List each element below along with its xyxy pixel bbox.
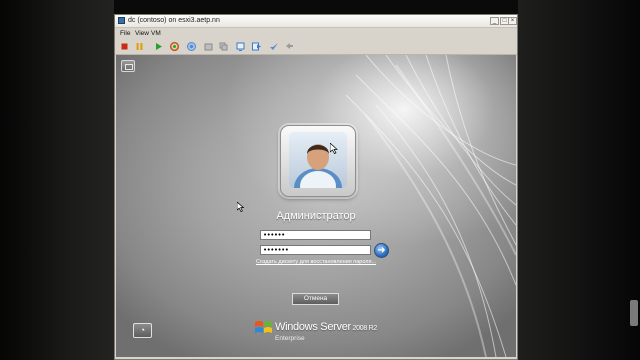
brand-logo: Windows Server 2008 R2 xyxy=(275,321,377,333)
background-left xyxy=(0,0,114,360)
minimize-button[interactable]: _ xyxy=(490,17,499,25)
user-name: Администратор xyxy=(276,210,356,222)
edition-label: Enterprise xyxy=(275,335,305,342)
vm-screen[interactable]: Администратор •••••• ••••••• ➜ Создать д… xyxy=(116,55,516,357)
toolbar xyxy=(115,40,517,55)
password-reset-link[interactable]: Создать дискету для восстановления парол… xyxy=(226,259,406,265)
ease-of-access-button[interactable]: ◔ xyxy=(133,323,152,338)
user-icon xyxy=(294,144,342,188)
fullscreen-icon[interactable] xyxy=(284,41,295,52)
windows-logo-icon xyxy=(255,321,272,333)
password-field[interactable]: •••••• xyxy=(260,230,371,240)
close-button[interactable]: × xyxy=(508,17,517,25)
background-swoosh xyxy=(116,55,516,357)
ease-of-access-top-button[interactable] xyxy=(121,60,135,72)
confirm-password-field[interactable]: ••••••• xyxy=(260,245,371,255)
arrow-right-icon: ➜ xyxy=(377,245,386,256)
reset-icon[interactable] xyxy=(169,41,180,52)
ease-of-access-icon: ◔ xyxy=(139,325,146,335)
vm-icon xyxy=(118,17,125,24)
mouse-cursor-icon xyxy=(330,143,338,154)
menu-file[interactable]: File xyxy=(120,29,130,38)
revert-icon[interactable] xyxy=(203,41,214,52)
network-icon[interactable] xyxy=(235,41,246,52)
submit-arrow-button[interactable]: ➜ xyxy=(374,243,389,258)
window-title: dc (contoso) on esxi3.aetp.nn xyxy=(128,17,220,24)
snapshot-icon[interactable] xyxy=(186,41,197,52)
brand-suffix: R2 xyxy=(368,325,378,332)
console-icon[interactable] xyxy=(251,41,262,52)
cancel-button[interactable]: Отмена xyxy=(292,293,339,305)
settings-icon[interactable] xyxy=(268,41,279,52)
menu-vm[interactable]: VM xyxy=(151,29,161,38)
title-bar[interactable]: dc (contoso) on esxi3.aetp.nn _ □ × xyxy=(115,15,517,28)
snapshot-manager-icon[interactable] xyxy=(218,41,229,52)
menu-bar: File View VM xyxy=(115,28,517,39)
brand-version: 2008 xyxy=(352,325,368,332)
stop-icon[interactable] xyxy=(119,41,130,52)
user-avatar xyxy=(280,125,356,197)
page-scrollbar-thumb[interactable] xyxy=(630,300,638,326)
pause-icon[interactable] xyxy=(134,41,145,52)
play-icon[interactable] xyxy=(153,41,164,52)
background-right xyxy=(518,0,640,360)
menu-view[interactable]: View xyxy=(135,29,149,38)
brand-name: Windows Server xyxy=(275,321,351,333)
vm-console-window: dc (contoso) on esxi3.aetp.nn _ □ × File… xyxy=(114,14,518,360)
